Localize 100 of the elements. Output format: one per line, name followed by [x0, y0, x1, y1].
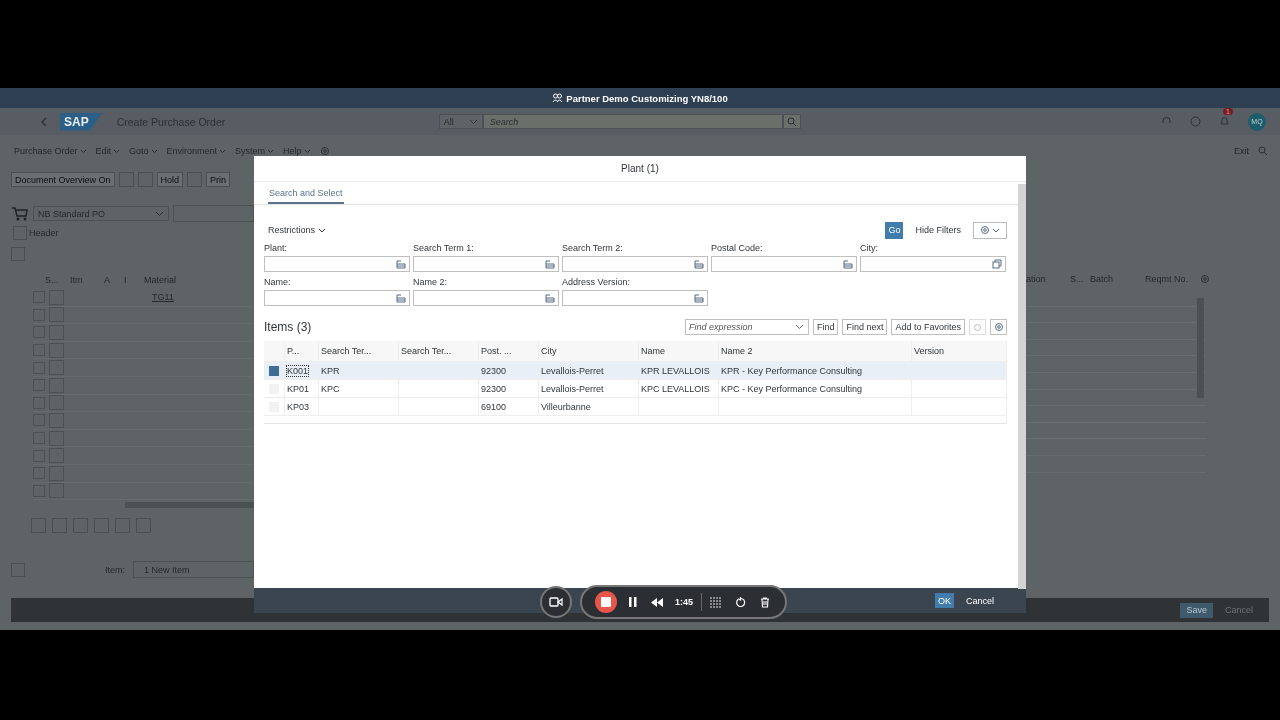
ok-button[interactable]: OK — [934, 593, 954, 608]
settings-button[interactable] — [990, 319, 1007, 335]
save-button[interactable]: Save — [1180, 602, 1213, 618]
tab[interactable]: Search and Select — [268, 188, 344, 204]
filter-button[interactable] — [969, 319, 986, 335]
pause-icon[interactable] — [629, 597, 637, 607]
caret-icon — [79, 148, 87, 154]
settings-icon[interactable] — [1200, 274, 1210, 284]
table-cell: Levallois-Perret — [541, 365, 604, 376]
value-help-icon[interactable] — [545, 259, 555, 269]
filter-field[interactable] — [264, 290, 410, 306]
checkbox[interactable] — [33, 344, 45, 357]
filter-label: Name: — [264, 277, 292, 287]
table-cell: KPC LEVALLOIS — [641, 383, 710, 394]
caret-icon — [992, 227, 1000, 233]
caret-icon[interactable] — [794, 324, 804, 330]
search-field[interactable]: Search — [482, 114, 783, 129]
toolbar-button[interactable]: Document Overview On — [11, 172, 115, 187]
status-cell — [49, 342, 64, 358]
row-selector[interactable] — [269, 365, 279, 376]
input-field[interactable] — [173, 205, 254, 222]
filter-field[interactable] — [562, 256, 708, 272]
restart-icon[interactable] — [735, 596, 746, 608]
table-cell: 92300 — [481, 383, 507, 394]
filter-field[interactable] — [413, 290, 559, 306]
table-cell: 92300 — [481, 365, 507, 376]
find-field[interactable]: Find expression — [684, 319, 809, 335]
checkbox[interactable] — [33, 396, 45, 409]
filter-field[interactable] — [413, 256, 559, 272]
scrollbar[interactable] — [125, 502, 254, 509]
hold-button[interactable]: Hold — [156, 172, 184, 187]
table-cell: 69100 — [481, 401, 507, 412]
restrictions-toggle[interactable]: Restrictions — [268, 225, 326, 235]
caret-icon — [267, 148, 275, 154]
value-help-icon[interactable] — [843, 259, 853, 269]
column-header: City — [538, 341, 638, 361]
search-icon[interactable] — [1258, 146, 1268, 156]
rewind-icon[interactable] — [651, 597, 663, 607]
column-header: P... — [284, 341, 318, 361]
settings-button[interactable] — [973, 221, 1007, 239]
go-button[interactable]: Go — [885, 221, 904, 239]
caret-icon — [318, 227, 326, 233]
settings-icon — [980, 225, 990, 235]
recording-time: 1:45 — [675, 597, 693, 607]
table-cell: KP03 — [287, 401, 310, 412]
filter-label: Search Term 1: — [413, 243, 475, 253]
status-cell — [49, 430, 64, 446]
status-cell — [49, 360, 64, 376]
bell-icon[interactable] — [1219, 116, 1230, 127]
grid-icon[interactable] — [710, 596, 721, 608]
value-help-icon[interactable] — [545, 293, 555, 303]
value-help-icon[interactable] — [694, 259, 704, 269]
checkbox[interactable] — [33, 432, 45, 445]
sap-logo[interactable]: SAP — [60, 112, 103, 131]
filter-field[interactable] — [860, 256, 1006, 272]
table-cell: KPR — [321, 365, 340, 376]
cart-icon — [11, 205, 29, 222]
status-cell — [49, 289, 64, 305]
scrollbar[interactable] — [1018, 184, 1026, 589]
hide-filters-button[interactable]: Hide Filters — [909, 224, 967, 236]
value-help-icon[interactable] — [396, 259, 406, 269]
items-title: Items (3) — [264, 320, 312, 334]
filter-label: Plant: — [264, 243, 288, 253]
filter-label: Address Version: — [562, 277, 632, 287]
status-cell — [49, 483, 64, 499]
column-header: Post. ... — [478, 341, 538, 361]
scrollbar[interactable] — [1197, 298, 1204, 398]
status-cell — [49, 465, 64, 481]
find-next-button[interactable]: Find next — [842, 319, 888, 335]
cancel-button[interactable]: Cancel — [960, 594, 1000, 607]
search-icon[interactable] — [786, 116, 797, 127]
filter-label: Postal Code: — [711, 243, 764, 253]
add-to-favorites-button[interactable]: Add to Favorites — [891, 319, 965, 335]
print-button[interactable]: Prin — [206, 172, 231, 187]
column-header: Search Ter... — [318, 341, 398, 361]
status-cell — [49, 412, 64, 428]
find-button[interactable]: Find — [812, 319, 839, 335]
back-icon[interactable] — [40, 116, 48, 127]
trash-icon[interactable] — [760, 596, 770, 608]
material-link[interactable]: TG11 — [152, 292, 174, 303]
window-title: Partner Demo Customizing YN8/100 — [566, 92, 728, 104]
table-cell: KPR LEVALLOIS — [641, 365, 710, 376]
value-help-icon[interactable] — [992, 259, 1002, 269]
dialog-title: Plant (1) — [621, 163, 659, 174]
filter-label: Name 2: — [413, 277, 448, 287]
filter-field[interactable] — [264, 256, 410, 272]
column-header: Version — [911, 341, 965, 361]
checkbox[interactable] — [33, 308, 45, 321]
table-cell: K001 — [287, 365, 309, 376]
filter-field[interactable] — [562, 290, 708, 306]
checkbox[interactable] — [33, 484, 45, 497]
value-help-icon[interactable] — [396, 293, 406, 303]
camera-icon — [549, 597, 563, 607]
status-cell — [49, 307, 64, 323]
filter-field[interactable] — [711, 256, 857, 272]
settings-icon[interactable] — [319, 146, 330, 156]
people-icon — [552, 93, 564, 103]
stop-button[interactable] — [595, 591, 617, 613]
status-cell — [49, 325, 64, 340]
value-help-icon[interactable] — [694, 293, 704, 303]
